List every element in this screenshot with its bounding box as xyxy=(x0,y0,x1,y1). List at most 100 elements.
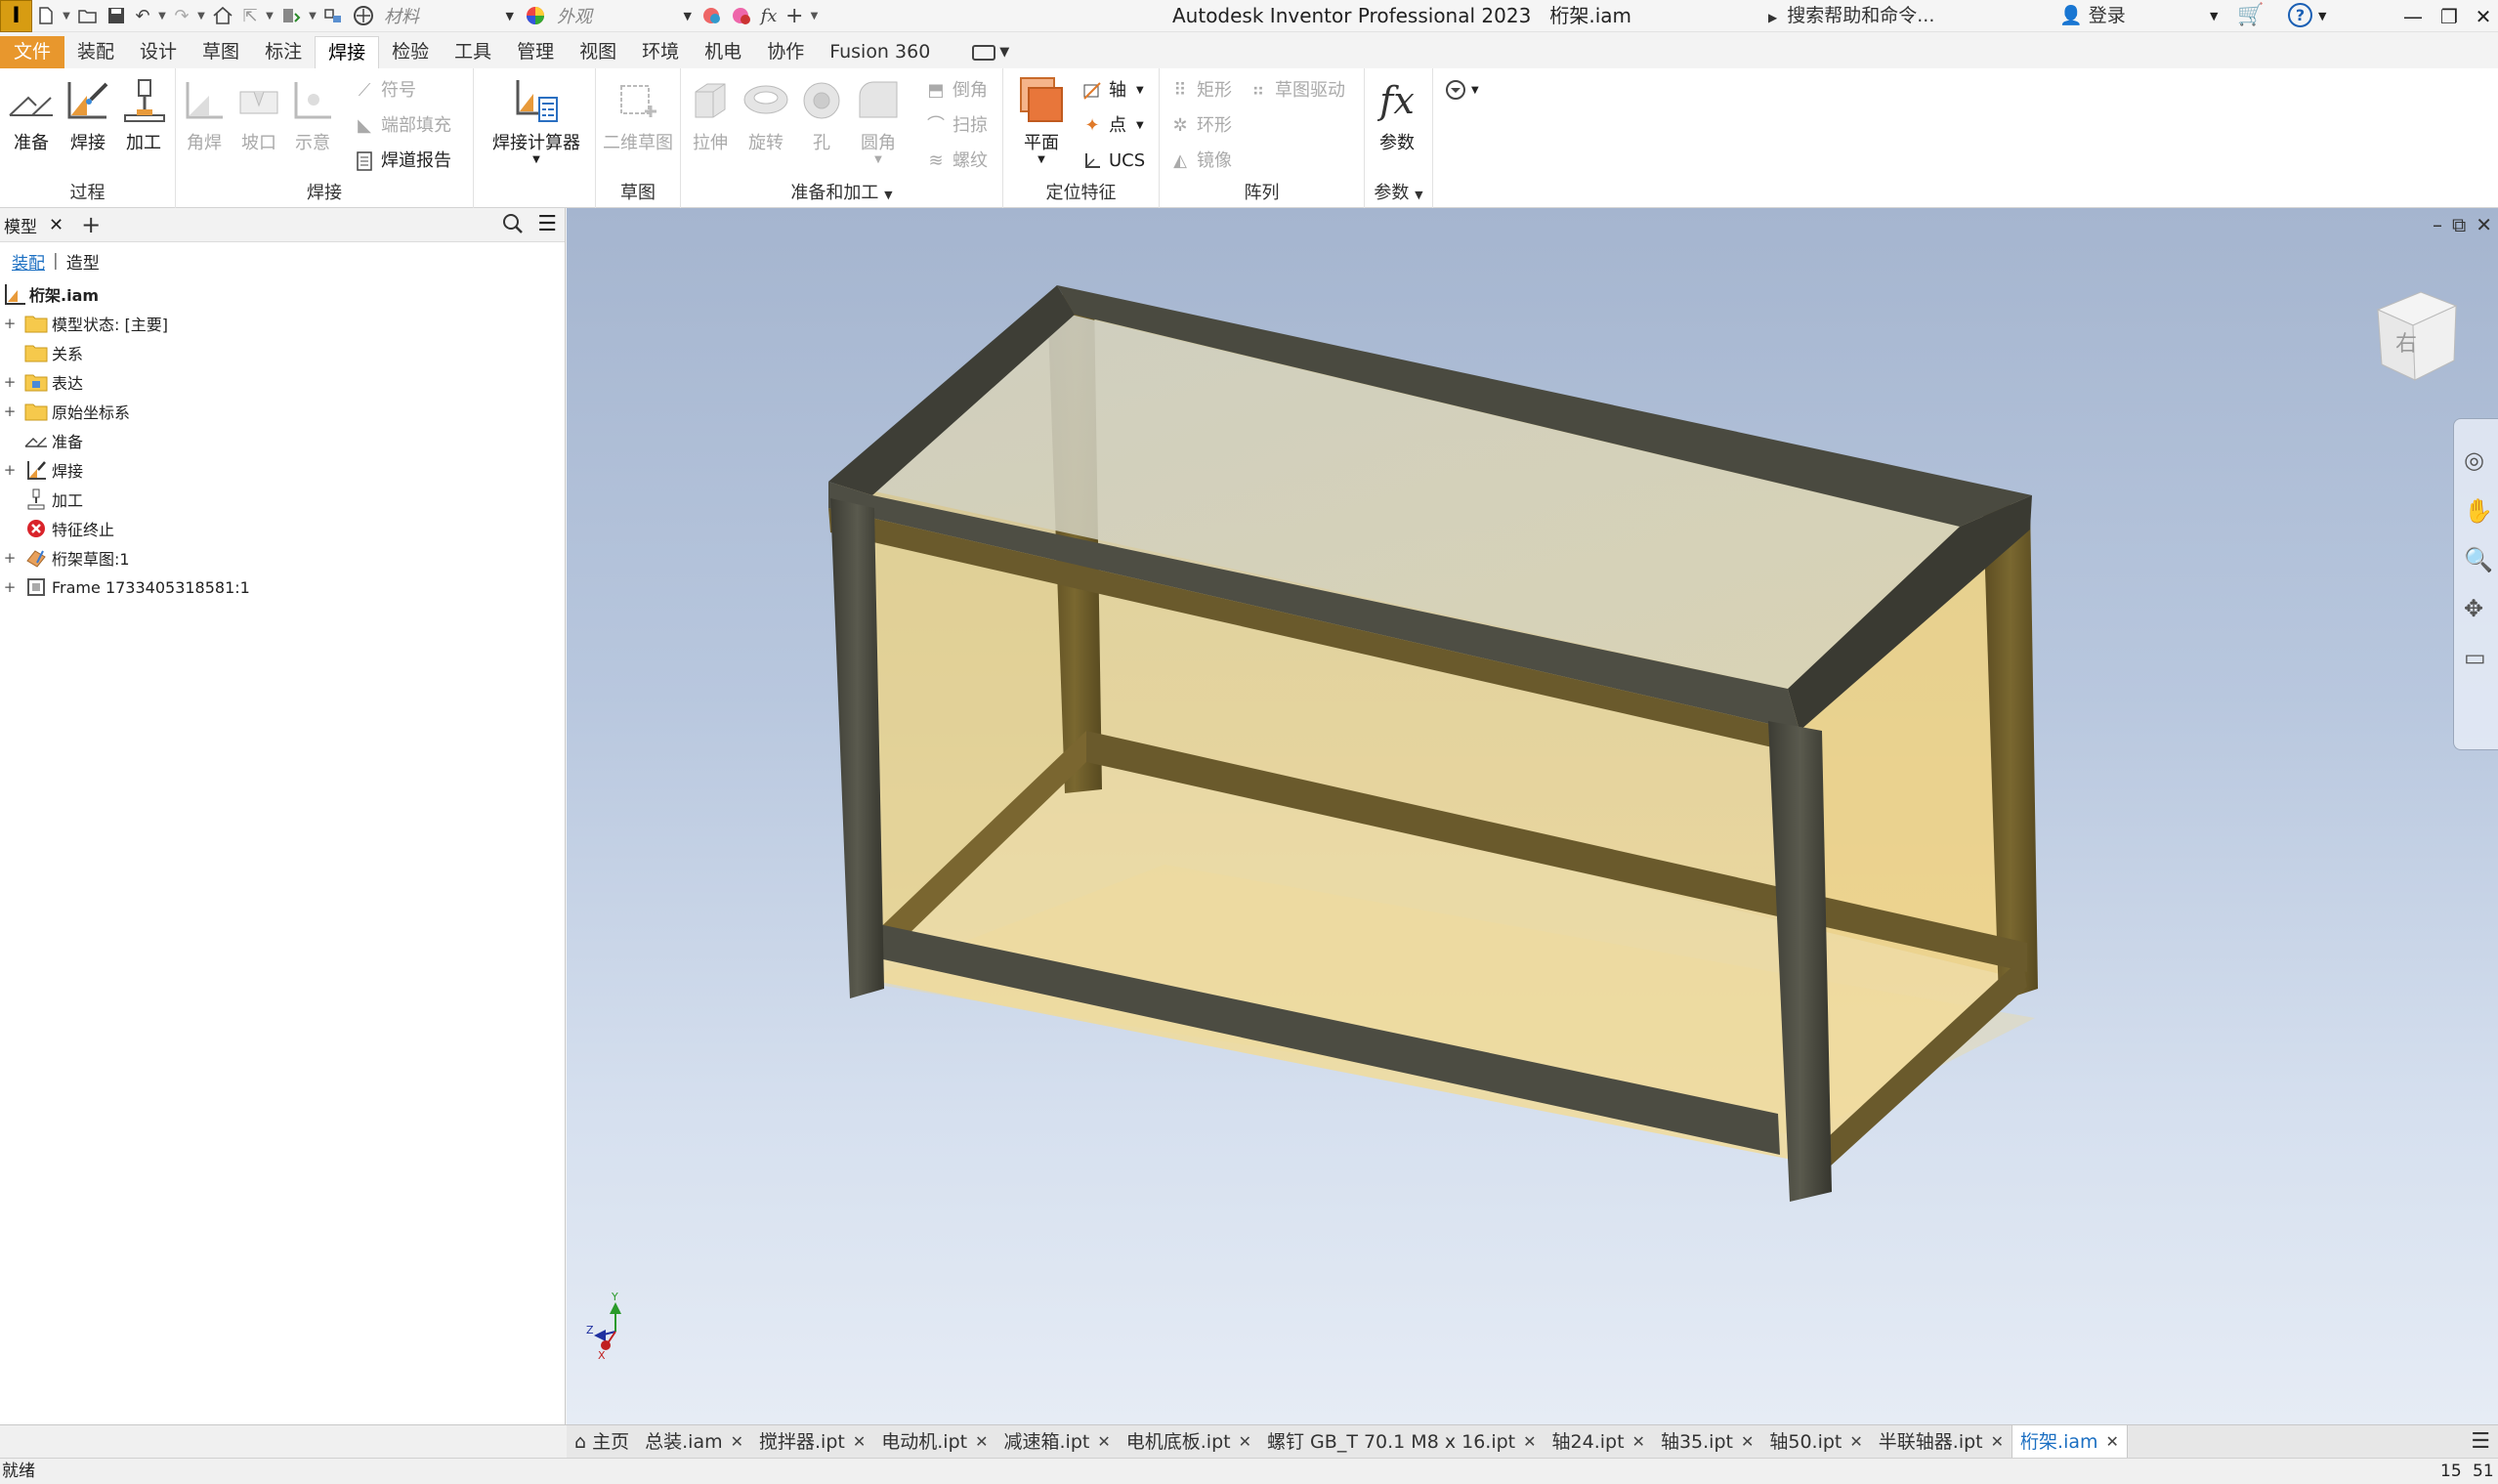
open-icon[interactable] xyxy=(73,0,103,32)
new-file-icon[interactable] xyxy=(32,0,60,32)
full-nav-wheel-icon[interactable]: ◎ xyxy=(2464,446,2484,474)
plane-button[interactable]: 平面 ▼ xyxy=(1015,76,1068,165)
new-dropdown-icon[interactable]: ▼ xyxy=(60,0,73,32)
tab-weld[interactable]: 焊接 xyxy=(315,36,380,68)
tree-root[interactable]: 桁架.iam xyxy=(0,279,565,309)
select-dropdown-icon[interactable]: ▼ xyxy=(263,0,276,32)
close-button[interactable]: ✕ xyxy=(2466,0,2498,32)
adjust-appearance-icon[interactable] xyxy=(698,0,727,32)
tab-manage[interactable]: 管理 xyxy=(504,36,567,68)
tab-collaborate[interactable]: 协作 xyxy=(754,36,817,68)
close-icon[interactable]: ✕ xyxy=(49,215,64,235)
help-icon[interactable]: ? xyxy=(2288,3,2312,27)
subtab-modeling[interactable]: 造型 xyxy=(66,249,100,274)
undo-dropdown-icon[interactable]: ▼ xyxy=(155,0,169,32)
browser-tab-model[interactable]: 模型 xyxy=(4,213,37,237)
tab-environments[interactable]: 环境 xyxy=(629,36,692,68)
expand-icon[interactable]: + xyxy=(3,317,17,331)
customize-dropdown-icon[interactable]: ▼ xyxy=(807,0,821,32)
expand-icon[interactable]: + xyxy=(3,580,17,595)
close-icon[interactable]: ✕ xyxy=(853,1425,866,1459)
sketch2d-button[interactable]: 二维草图 xyxy=(602,76,674,154)
close-icon[interactable]: ✕ xyxy=(1849,1425,1862,1459)
inventor-logo-icon[interactable]: I xyxy=(0,0,32,32)
fx-icon[interactable]: fx xyxy=(756,0,782,32)
thread-button[interactable]: ≋ 螺纹 xyxy=(925,147,988,176)
ucs-button[interactable]: UCS xyxy=(1081,147,1145,176)
doc-tab[interactable]: 半联轴器.ipt ✕ xyxy=(1871,1425,2011,1459)
close-icon[interactable]: ✕ xyxy=(731,1425,743,1459)
tree-item-frame[interactable]: + Frame 1733405318581:1 xyxy=(0,572,565,602)
doc-tab[interactable]: 总装.iam ✕ xyxy=(637,1425,751,1459)
tree-item-welds[interactable]: + 焊接 xyxy=(0,455,565,485)
login-dropdown-icon[interactable]: ▼ xyxy=(2210,0,2218,32)
close-icon[interactable]: ✕ xyxy=(975,1425,988,1459)
fillet-weld-button[interactable]: 角焊 xyxy=(178,76,231,154)
close-icon[interactable]: ✕ xyxy=(1991,1425,2004,1459)
cosmetic-weld-button[interactable]: 示意 xyxy=(286,76,339,154)
model-canvas[interactable] xyxy=(567,208,2498,1424)
revolve-button[interactable]: 旋转 xyxy=(740,76,792,154)
graphics-viewport[interactable]: – ⧉ ✕ 右 ◎ ✋ 🔍 ✥ ▭ Y Z X xyxy=(567,208,2498,1424)
groove-weld-button[interactable]: 坡口 xyxy=(233,76,285,154)
tree-item-end-of-features[interactable]: 特征终止 xyxy=(0,514,565,543)
panel-params-title[interactable]: 参数 ▼ xyxy=(1365,181,1432,206)
tab-design[interactable]: 设计 xyxy=(127,36,190,68)
extrude-button[interactable]: 拉伸 xyxy=(684,76,737,154)
machine-button[interactable]: 加工 xyxy=(117,76,170,154)
fillet-button[interactable]: 圆角 ▼ xyxy=(852,76,905,165)
tree-item-frame-sketch[interactable]: + 桁架草图:1 xyxy=(0,543,565,572)
doc-tab[interactable]: 电动机.ipt ✕ xyxy=(873,1425,995,1459)
doc-tab[interactable]: 电机底板.ipt ✕ xyxy=(1119,1425,1259,1459)
tree-item-model-state[interactable]: + 模型状态: [主要] xyxy=(0,309,565,338)
rect-pattern-button[interactable]: ⠿ 矩形 xyxy=(1169,76,1232,106)
doc-tab[interactable]: 螺钉 GB_T 70.1 M8 x 16.ipt ✕ xyxy=(1259,1425,1545,1459)
chamfer-button[interactable]: ⬒ 倒角 xyxy=(925,76,988,106)
doc-tab[interactable]: 轴24.ipt ✕ xyxy=(1545,1425,1653,1459)
save-icon[interactable] xyxy=(103,0,130,32)
menu-icon[interactable]: ☰ xyxy=(537,212,557,236)
close-icon[interactable]: ✕ xyxy=(1632,1425,1645,1459)
expand-icon[interactable]: + xyxy=(3,551,17,566)
ribbon-extra-dropdown[interactable]: ▼ xyxy=(1444,78,1479,102)
tree-item-representations[interactable]: + 表达 xyxy=(0,367,565,397)
prepare-button[interactable]: 准备 xyxy=(5,76,58,154)
doc-tab[interactable]: 搅拌器.ipt ✕ xyxy=(751,1425,873,1459)
appearance-combo[interactable]: 外观 ▼ xyxy=(551,3,698,29)
home-icon[interactable] xyxy=(208,0,237,32)
end-fill-button[interactable]: ◣ 端部填充 xyxy=(354,111,451,141)
appearance-ball-icon[interactable] xyxy=(520,0,551,32)
sweep-button[interactable]: ⌒ 扫掠 xyxy=(925,111,988,141)
close-icon[interactable]: ✕ xyxy=(2106,1425,2119,1459)
doc-tab[interactable]: 减速箱.ipt ✕ xyxy=(996,1425,1119,1459)
panel-prep-machine-title[interactable]: 准备和加工 ▼ xyxy=(681,181,1002,206)
viewcube[interactable]: 右 xyxy=(2360,282,2468,394)
plus-icon[interactable]: + xyxy=(782,0,807,32)
doc-tab[interactable]: 轴35.ipt ✕ xyxy=(1653,1425,1761,1459)
tab-inspect[interactable]: 检验 xyxy=(379,36,442,68)
expand-icon[interactable]: + xyxy=(3,375,17,390)
doc-tabs-menu-icon[interactable]: ☰ xyxy=(2471,1425,2490,1459)
ribbon-display-toggle[interactable]: ▼ xyxy=(972,44,1009,61)
material-combo[interactable]: 材料 ▼ xyxy=(378,3,520,29)
tree-item-preparation[interactable]: 准备 xyxy=(0,426,565,455)
login-button[interactable]: 👤 登录 xyxy=(2059,0,2126,32)
tree-item-machining[interactable]: 加工 xyxy=(0,485,565,514)
expand-icon[interactable]: + xyxy=(3,404,17,419)
redo-dropdown-icon[interactable]: ▼ xyxy=(194,0,208,32)
circular-pattern-button[interactable]: ✲ 环形 xyxy=(1169,111,1232,141)
tab-view[interactable]: 视图 xyxy=(567,36,629,68)
display-icon[interactable] xyxy=(319,0,349,32)
tree-item-relationships[interactable]: 关系 xyxy=(0,338,565,367)
tab-annotate[interactable]: 标注 xyxy=(252,36,315,68)
bead-report-button[interactable]: 焊道报告 xyxy=(354,147,451,176)
undo-icon[interactable]: ↶ xyxy=(130,0,155,32)
close-icon[interactable]: ✕ xyxy=(1523,1425,1536,1459)
tab-electromechanical[interactable]: 机电 xyxy=(692,36,754,68)
clear-appearance-icon[interactable] xyxy=(727,0,756,32)
add-tab-icon[interactable]: + xyxy=(81,211,101,238)
pan-icon[interactable]: ✋ xyxy=(2464,497,2493,525)
tab-assemble[interactable]: 装配 xyxy=(64,36,127,68)
point-button[interactable]: ✦ 点 ▼ xyxy=(1081,111,1143,141)
close-icon[interactable]: ✕ xyxy=(1239,1425,1251,1459)
